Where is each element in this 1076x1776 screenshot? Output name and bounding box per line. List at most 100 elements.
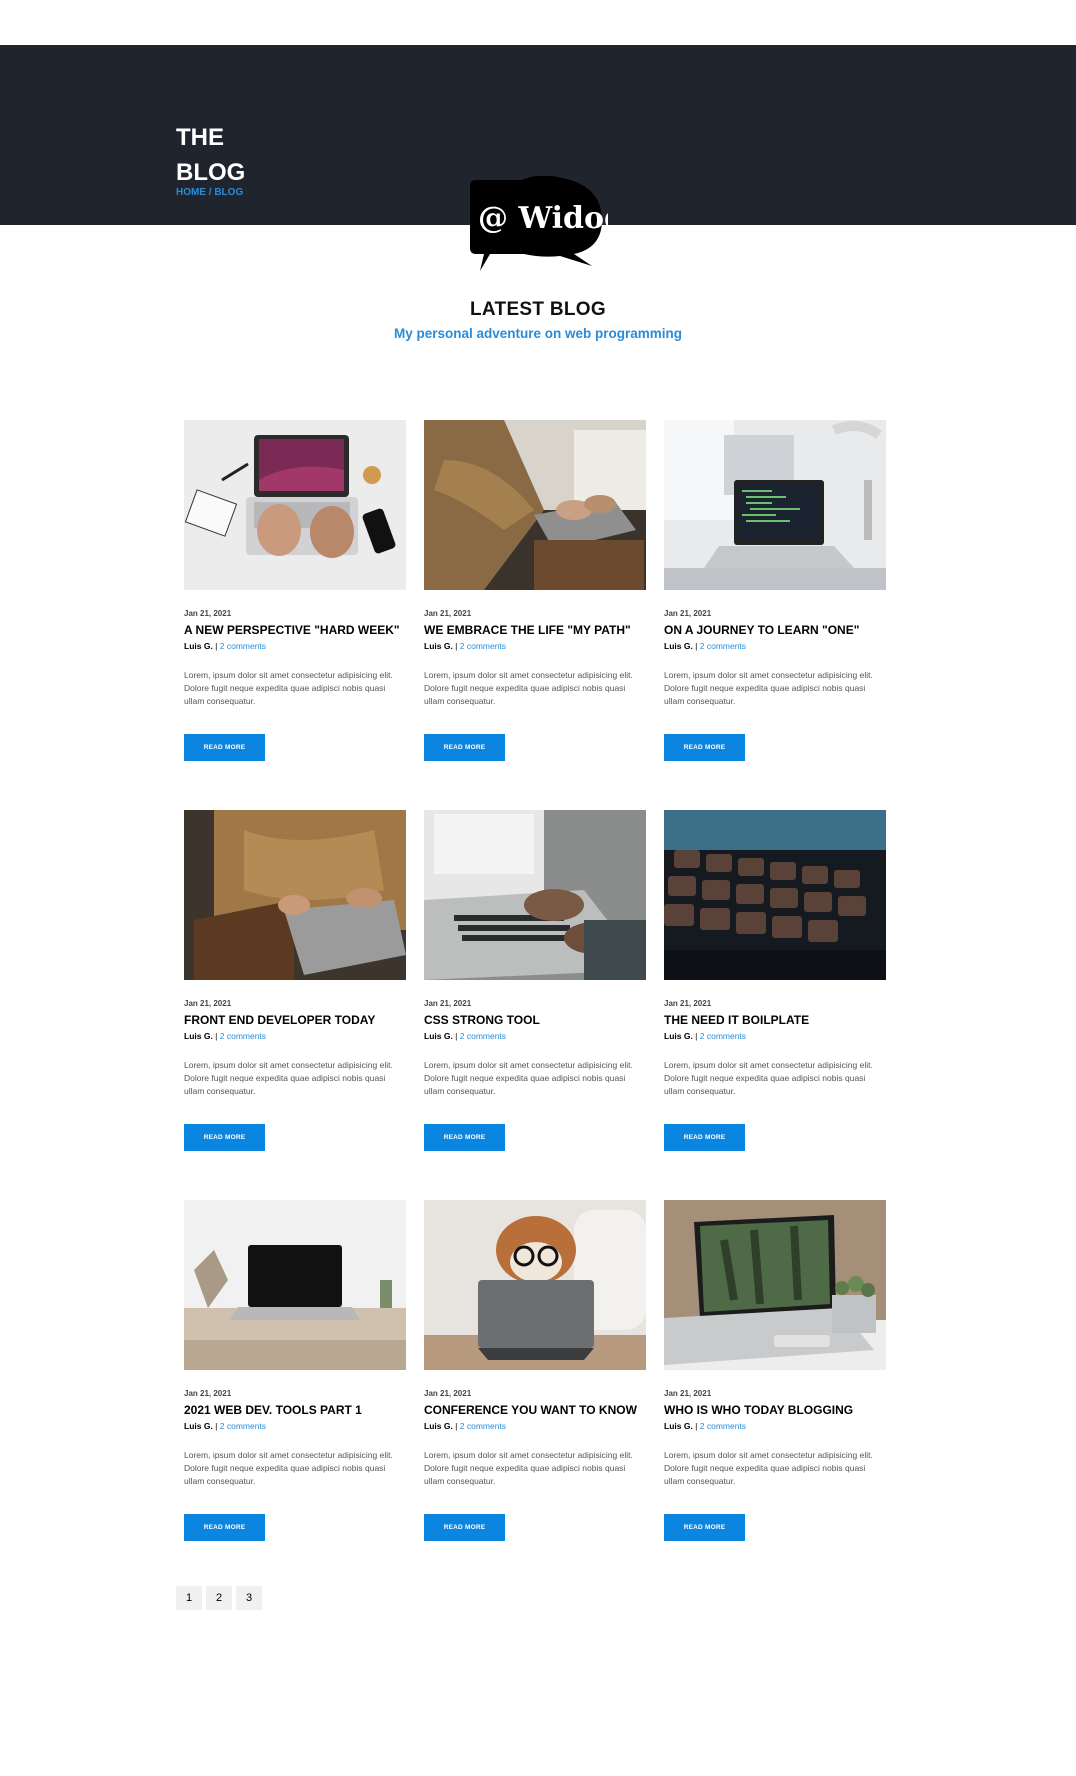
blog-card: Jan 21, 2021 THE NEED IT BOILPLATE Luis … bbox=[664, 810, 886, 1200]
post-image-hands-typing-laptop[interactable] bbox=[424, 810, 646, 980]
section-title: LATEST BLOG bbox=[470, 299, 606, 320]
post-image-keyboard-closeup[interactable] bbox=[664, 810, 886, 980]
read-more-button[interactable]: READ MORE bbox=[184, 1514, 265, 1541]
post-comments-link[interactable]: 2 comments bbox=[460, 641, 506, 651]
post-image-laptop-on-table[interactable] bbox=[184, 1200, 406, 1370]
page-title-line1: THE bbox=[176, 124, 224, 151]
post-title[interactable]: WE EMBRACE THE LIFE "MY PATH" bbox=[424, 623, 631, 637]
page-1-button[interactable]: 1 bbox=[176, 1586, 202, 1610]
post-excerpt: Lorem, ipsum dolor sit amet consectetur … bbox=[184, 670, 393, 706]
page-3-button[interactable]: 3 bbox=[236, 1586, 262, 1610]
post-title[interactable]: CONFERENCE YOU WANT TO KNOW bbox=[424, 1403, 637, 1417]
post-comments-link[interactable]: 2 comments bbox=[700, 1031, 746, 1041]
read-more-button[interactable]: READ MORE bbox=[424, 734, 505, 761]
post-excerpt: Lorem, ipsum dolor sit amet consectetur … bbox=[424, 1450, 633, 1486]
post-excerpt: Lorem, ipsum dolor sit amet consectetur … bbox=[424, 1060, 633, 1096]
post-author: Luis G. bbox=[424, 1421, 453, 1431]
post-title[interactable]: FRONT END DEVELOPER TODAY bbox=[184, 1013, 375, 1027]
post-title[interactable]: THE NEED IT BOILPLATE bbox=[664, 1013, 809, 1027]
post-author: Luis G. bbox=[184, 641, 213, 651]
post-date: Jan 21, 2021 bbox=[184, 999, 232, 1008]
byline-separator: | bbox=[212, 1031, 220, 1041]
post-date: Jan 21, 2021 bbox=[184, 609, 232, 618]
post-excerpt: Lorem, ipsum dolor sit amet consectetur … bbox=[664, 670, 873, 706]
post-comments-link[interactable]: 2 comments bbox=[700, 641, 746, 651]
post-author: Luis G. bbox=[184, 1421, 213, 1431]
read-more-button[interactable]: READ MORE bbox=[664, 1514, 745, 1541]
post-excerpt: Lorem, ipsum dolor sit amet consectetur … bbox=[664, 1450, 873, 1486]
post-date: Jan 21, 2021 bbox=[424, 1389, 472, 1398]
post-title[interactable]: CSS STRONG TOOL bbox=[424, 1013, 540, 1027]
post-image-laptop-top-view[interactable] bbox=[184, 420, 406, 590]
post-date: Jan 21, 2021 bbox=[664, 999, 712, 1008]
read-more-button[interactable]: READ MORE bbox=[424, 1124, 505, 1151]
byline-separator: | bbox=[692, 641, 700, 651]
post-title[interactable]: WHO IS WHO TODAY BLOGGING bbox=[664, 1403, 853, 1417]
blog-card: Jan 21, 2021 A NEW PERSPECTIVE "HARD WEE… bbox=[184, 420, 406, 810]
breadcrumb[interactable]: HOME / BLOG bbox=[176, 187, 243, 198]
read-more-button[interactable]: READ MORE bbox=[184, 1124, 265, 1151]
post-image-person-laptop-lap[interactable] bbox=[184, 810, 406, 980]
post-byline: Luis G. | 2 comments bbox=[424, 641, 506, 651]
post-title[interactable]: ON A JOURNEY TO LEARN "ONE" bbox=[664, 623, 859, 637]
post-image-dog-with-tablet[interactable] bbox=[424, 1200, 646, 1370]
post-byline: Luis G. | 2 comments bbox=[664, 1421, 746, 1431]
read-more-button[interactable]: READ MORE bbox=[424, 1514, 505, 1541]
speech-bubble-logo-icon: @ Widogv bbox=[470, 176, 608, 271]
section-subtitle: My personal adventure on web programming bbox=[393, 326, 683, 341]
byline-separator: | bbox=[692, 1421, 700, 1431]
page-title-line2: BLOG bbox=[176, 159, 246, 186]
pagination: 1 2 3 bbox=[176, 1586, 262, 1610]
post-comments-link[interactable]: 2 comments bbox=[220, 1031, 266, 1041]
post-author: Luis G. bbox=[424, 1031, 453, 1041]
post-title[interactable]: 2021 WEB DEV. TOOLS PART 1 bbox=[184, 1403, 362, 1417]
post-image-desk-laptop-code[interactable] bbox=[664, 420, 886, 590]
widogv-logo[interactable]: @ Widogv bbox=[462, 176, 608, 272]
page-title: THE BLOG bbox=[176, 120, 296, 190]
post-author: Luis G. bbox=[664, 641, 693, 651]
post-date: Jan 21, 2021 bbox=[664, 609, 712, 618]
byline-separator: | bbox=[212, 1421, 220, 1431]
post-byline: Luis G. | 2 comments bbox=[664, 641, 746, 651]
post-excerpt: Lorem, ipsum dolor sit amet consectetur … bbox=[184, 1450, 393, 1486]
blog-card: Jan 21, 2021 ON A JOURNEY TO LEARN "ONE"… bbox=[664, 420, 886, 810]
post-byline: Luis G. | 2 comments bbox=[664, 1031, 746, 1041]
post-date: Jan 21, 2021 bbox=[664, 1389, 712, 1398]
post-comments-link[interactable]: 2 comments bbox=[460, 1031, 506, 1041]
read-more-button[interactable]: READ MORE bbox=[664, 1124, 745, 1151]
post-comments-link[interactable]: 2 comments bbox=[220, 1421, 266, 1431]
post-image-laptop-with-plant[interactable] bbox=[664, 1200, 886, 1370]
blog-card: Jan 21, 2021 WHO IS WHO TODAY BLOGGING L… bbox=[664, 1200, 886, 1590]
read-more-button[interactable]: READ MORE bbox=[664, 734, 745, 761]
post-comments-link[interactable]: 2 comments bbox=[700, 1421, 746, 1431]
post-comments-link[interactable]: 2 comments bbox=[220, 641, 266, 651]
byline-separator: | bbox=[692, 1031, 700, 1041]
post-byline: Luis G. | 2 comments bbox=[184, 1031, 266, 1041]
blog-card: Jan 21, 2021 FRONT END DEVELOPER TODAY L… bbox=[184, 810, 406, 1200]
byline-separator: | bbox=[452, 641, 460, 651]
post-excerpt: Lorem, ipsum dolor sit amet consectetur … bbox=[664, 1060, 873, 1096]
post-title[interactable]: A NEW PERSPECTIVE "HARD WEEK" bbox=[184, 623, 400, 637]
logo-text: @ Widogv bbox=[478, 201, 608, 236]
blog-card: Jan 21, 2021 WE EMBRACE THE LIFE "MY PAT… bbox=[424, 420, 646, 810]
page-2-button[interactable]: 2 bbox=[206, 1586, 232, 1610]
post-image-person-typing-sweater[interactable] bbox=[424, 420, 646, 590]
blog-grid: Jan 21, 2021 A NEW PERSPECTIVE "HARD WEE… bbox=[184, 420, 902, 1590]
read-more-button[interactable]: READ MORE bbox=[184, 734, 265, 761]
post-author: Luis G. bbox=[664, 1031, 693, 1041]
post-author: Luis G. bbox=[424, 641, 453, 651]
byline-separator: | bbox=[452, 1421, 460, 1431]
byline-separator: | bbox=[212, 641, 220, 651]
post-byline: Luis G. | 2 comments bbox=[184, 641, 266, 651]
post-author: Luis G. bbox=[184, 1031, 213, 1041]
post-byline: Luis G. | 2 comments bbox=[424, 1421, 506, 1431]
post-excerpt: Lorem, ipsum dolor sit amet consectetur … bbox=[424, 670, 633, 706]
byline-separator: | bbox=[452, 1031, 460, 1041]
post-date: Jan 21, 2021 bbox=[424, 609, 472, 618]
post-byline: Luis G. | 2 comments bbox=[424, 1031, 506, 1041]
post-excerpt: Lorem, ipsum dolor sit amet consectetur … bbox=[184, 1060, 393, 1096]
post-date: Jan 21, 2021 bbox=[184, 1389, 232, 1398]
post-comments-link[interactable]: 2 comments bbox=[460, 1421, 506, 1431]
blog-card: Jan 21, 2021 2021 WEB DEV. TOOLS PART 1 … bbox=[184, 1200, 406, 1590]
post-date: Jan 21, 2021 bbox=[424, 999, 472, 1008]
